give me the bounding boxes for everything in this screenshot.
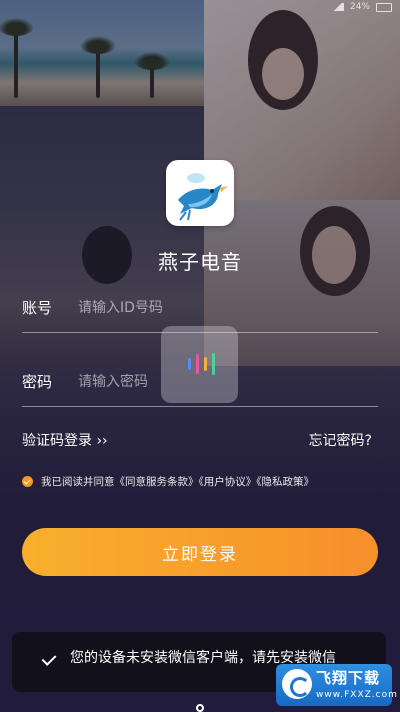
login-button[interactable]: 立即登录 xyxy=(22,528,378,576)
watermark-brand: 飞翔下载 xyxy=(316,669,381,687)
battery-icon xyxy=(376,2,392,12)
audio-bars-icon xyxy=(188,352,215,376)
watermark-logo: 飞翔下载 www.FXXZ.com xyxy=(276,664,397,706)
check-icon xyxy=(41,651,57,666)
signal-icon xyxy=(331,3,344,11)
status-bar: 24% xyxy=(331,0,392,14)
app-logo xyxy=(166,160,234,226)
agreement-row: 我已阅读并同意《同意服务条款》《用户协议》《隐私政策》 xyxy=(22,474,314,489)
agreement-checkbox[interactable] xyxy=(22,476,33,487)
account-label: 账号 xyxy=(22,299,53,317)
battery-text: 24% xyxy=(349,2,370,12)
agreement-text[interactable]: 我已阅读并同意《同意服务条款》《用户协议》《隐私政策》 xyxy=(41,474,314,489)
watermark-url: www.FXXZ.com xyxy=(316,690,398,700)
account-input[interactable] xyxy=(76,290,370,326)
swallow-bird-icon xyxy=(178,173,228,221)
app-name: 燕子电音 xyxy=(158,250,242,274)
password-label: 密码 xyxy=(22,373,53,391)
home-indicator[interactable] xyxy=(196,704,204,712)
forgot-password-link[interactable]: 忘记密码? xyxy=(309,430,372,450)
sms-login-link[interactable]: 验证码登录 ›› xyxy=(22,430,108,450)
login-links: 验证码登录 ›› 忘记密码? xyxy=(22,430,378,450)
watermark-icon xyxy=(282,669,312,699)
floating-voice-button[interactable] xyxy=(161,326,238,403)
